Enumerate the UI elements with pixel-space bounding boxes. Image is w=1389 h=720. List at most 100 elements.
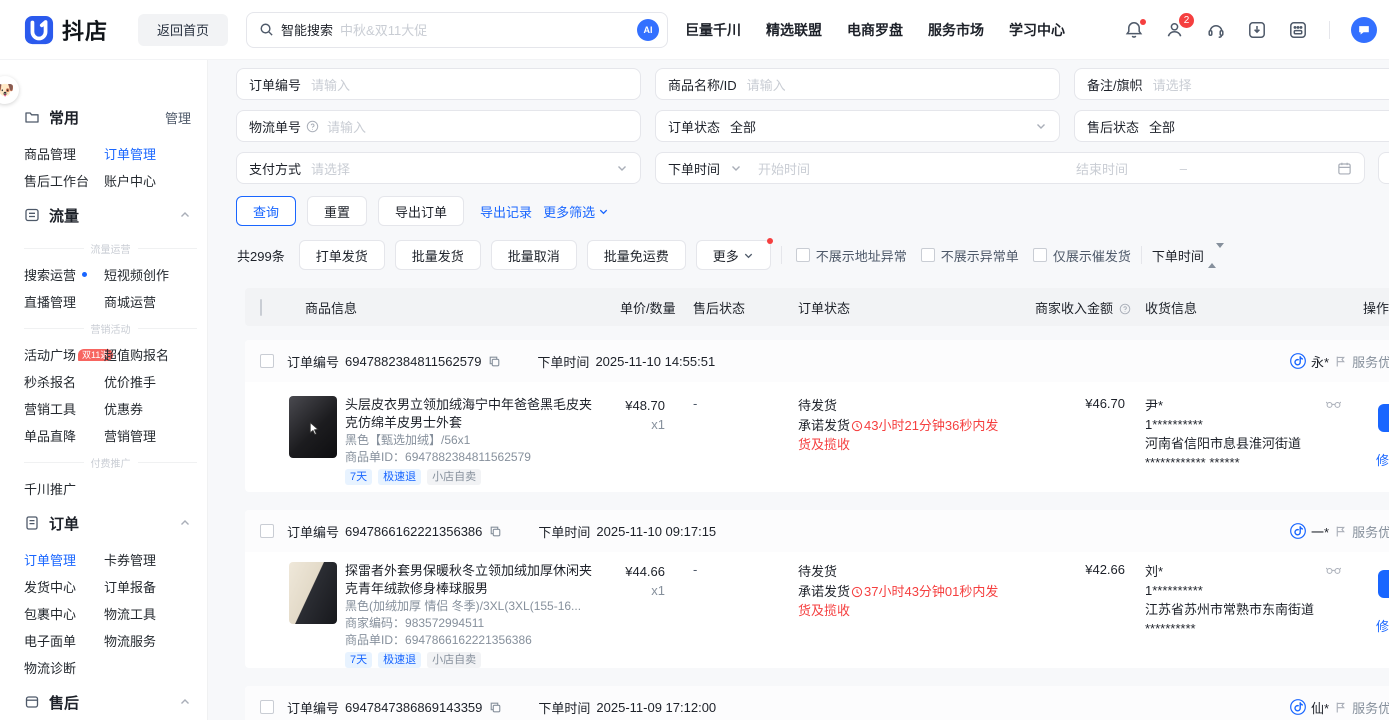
workbench-apps-icon[interactable]	[1288, 20, 1308, 40]
filter-clipped[interactable]	[1378, 152, 1389, 184]
filter-product[interactable]: 商品名称/ID 请输入	[655, 68, 1060, 100]
sidebar-item-marketing-manage[interactable]: 营销管理	[104, 422, 197, 449]
question-circle-icon[interactable]	[306, 120, 319, 133]
search-input[interactable]: 智能搜索 中秋&双11大促 AI	[246, 12, 668, 48]
sidebar-item-account-center[interactable]: 账户中心	[104, 167, 197, 194]
sidebar-item-logistics-service[interactable]: 物流服务	[104, 627, 197, 654]
sidebar-item-order-manage[interactable]: 订单管理	[104, 140, 197, 167]
sidebar-item-activity-plaza[interactable]: 活动广场双11返	[24, 341, 104, 368]
filter-payment[interactable]: 支付方式 请选择	[236, 152, 641, 184]
menu-fuwu-shichang[interactable]: 服务市场	[928, 20, 984, 40]
chevron-up-icon[interactable]	[179, 517, 191, 529]
sidebar-item-youjia-tuishou[interactable]: 优价推手	[104, 368, 197, 395]
only-urged-checkbox[interactable]: 仅展示催发货	[1033, 246, 1131, 265]
sidebar-item-aftersale-workbench[interactable]: 售后工作台	[24, 167, 104, 194]
more-button[interactable]: 更多	[696, 240, 771, 270]
sidebar-item-order-manage-2[interactable]: 订单管理	[24, 546, 104, 573]
modify-address-link[interactable]: 修	[1376, 616, 1389, 635]
copy-icon[interactable]	[489, 525, 502, 538]
calendar-icon[interactable]	[1337, 161, 1352, 176]
sidebar-item-order-report[interactable]: 订单报备	[104, 573, 197, 600]
back-home-button[interactable]: 返回首页	[138, 14, 228, 46]
sidebar-item-seckill-signup[interactable]: 秒杀报名	[24, 368, 104, 395]
product-image[interactable]	[289, 396, 337, 458]
sidebar-item-chaozhi-signup[interactable]: 超值购报名	[104, 341, 197, 368]
sidebar-item-logistics-tools[interactable]: 物流工具	[104, 600, 197, 627]
ship-action-button[interactable]	[1378, 404, 1389, 432]
order-checkbox[interactable]	[260, 524, 274, 538]
sidebar-item-ship-center[interactable]: 发货中心	[24, 573, 104, 600]
chevron-up-icon[interactable]	[179, 209, 191, 221]
filter-time-range[interactable]: 下单时间 开始时间 – 结束时间	[655, 152, 1365, 184]
privacy-glasses-icon[interactable]	[1326, 565, 1341, 575]
modify-address-link[interactable]: 修	[1376, 450, 1389, 469]
export-log-link[interactable]: 导出记录	[480, 202, 532, 221]
end-time-placeholder[interactable]: 结束时间	[1076, 159, 1128, 178]
product-title[interactable]: 头层皮衣男立领加绒海宁中年爸爸黑毛皮夹克仿绵羊皮男士外套	[345, 396, 598, 432]
sidebar-item-qianchuan-promo[interactable]: 千川推广	[24, 475, 104, 502]
menu-xuexi-zhongxin[interactable]: 学习中心	[1009, 20, 1065, 40]
sidebar-item-live-manage[interactable]: 直播管理	[24, 288, 104, 315]
sidebar-item-e-waybill[interactable]: 电子面单	[24, 627, 104, 654]
start-time-placeholder[interactable]: 开始时间	[758, 159, 810, 178]
menu-jingxuan-lianmeng[interactable]: 精选联盟	[766, 20, 822, 40]
select-all-checkbox[interactable]	[260, 299, 262, 316]
filter-product-label: 商品名称/ID	[668, 75, 737, 94]
sidebar-item-card-coupon[interactable]: 卡券管理	[104, 546, 197, 573]
chevron-down-icon[interactable]	[730, 162, 742, 174]
search-mode-label: 智能搜索	[281, 20, 333, 39]
order-time-sorter[interactable]: 下单时间	[1152, 246, 1224, 265]
filter-actions: 查询 重置 导出订单 导出记录 更多筛选	[236, 196, 609, 226]
customer-service-icon[interactable]	[1206, 20, 1226, 40]
chevron-up-icon[interactable]	[179, 696, 191, 708]
account-users-icon[interactable]: 2	[1165, 20, 1185, 40]
order-checkbox[interactable]	[260, 354, 274, 368]
sidebar-item-mall-ops[interactable]: 商城运营	[104, 288, 197, 315]
flag-icon[interactable]	[1334, 701, 1347, 714]
menu-juliang-qianchuan[interactable]: 巨量千川	[685, 20, 741, 40]
export-orders-button[interactable]: 导出订单	[378, 196, 464, 226]
download-center-icon[interactable]	[1247, 20, 1267, 40]
batch-ship-button[interactable]: 批量发货	[395, 240, 481, 270]
copy-icon[interactable]	[488, 355, 501, 368]
im-chat-icon[interactable]	[1351, 17, 1377, 43]
product-title[interactable]: 探雷者外套男保暖秋冬立领加绒加厚休闲夹克青年绒款修身棒球服男	[345, 562, 598, 598]
sidebar-item-single-discount[interactable]: 单品直降	[24, 422, 104, 449]
product-image[interactable]	[289, 562, 337, 624]
batch-cancel-button[interactable]: 批量取消	[491, 240, 577, 270]
hide-address-abnormal-checkbox[interactable]: 不展示地址异常	[796, 246, 907, 265]
notification-bell-icon[interactable]	[1124, 20, 1144, 40]
filter-order-no[interactable]: 订单编号 请输入	[236, 68, 641, 100]
ship-action-button[interactable]	[1378, 570, 1389, 598]
privacy-glasses-icon[interactable]	[1326, 399, 1341, 409]
sidebar-item-coupon[interactable]: 优惠券	[104, 395, 197, 422]
app-logo[interactable]: 抖店	[24, 14, 108, 46]
buyer-name: 仙*	[1311, 698, 1329, 717]
query-button[interactable]: 查询	[236, 196, 296, 226]
filter-tracking-no[interactable]: 物流单号 请输入	[236, 110, 641, 142]
quantity: x1	[604, 415, 665, 434]
sidebar-item-package-center[interactable]: 包裹中心	[24, 600, 104, 627]
sidebar-item-marketing-tools[interactable]: 营销工具	[24, 395, 104, 422]
aftersale-cell: -	[677, 396, 782, 411]
copy-icon[interactable]	[489, 701, 502, 714]
order-checkbox[interactable]	[260, 700, 274, 714]
batch-free-shipping-button[interactable]: 批量免运费	[587, 240, 686, 270]
hide-abnormal-order-checkbox[interactable]: 不展示异常单	[921, 246, 1019, 265]
flag-icon[interactable]	[1334, 355, 1347, 368]
sidebar-item-product-manage[interactable]: 商品管理	[24, 140, 104, 167]
reset-button[interactable]: 重置	[307, 196, 367, 226]
filter-aftersale-status[interactable]: 售后状态 全部	[1074, 110, 1389, 142]
filter-order-status[interactable]: 订单状态 全部	[655, 110, 1060, 142]
menu-dianshang-luopan[interactable]: 电商罗盘	[847, 20, 903, 40]
flag-icon[interactable]	[1334, 525, 1347, 538]
filter-remark-flag[interactable]: 备注/旗帜 请选择	[1074, 68, 1389, 100]
sidebar-item-short-video[interactable]: 短视频创作	[104, 261, 197, 288]
sidebar-item-logistics-diagnose[interactable]: 物流诊断	[24, 654, 104, 681]
print-ship-button[interactable]: 打单发货	[299, 240, 385, 270]
more-filters-link[interactable]: 更多筛选	[543, 202, 609, 221]
manage-link[interactable]: 管理	[165, 108, 191, 127]
ops-cell: 修	[1347, 562, 1389, 662]
ai-search-icon[interactable]: AI	[637, 19, 659, 41]
sidebar-item-search-ops[interactable]: 搜索运营	[24, 261, 104, 288]
